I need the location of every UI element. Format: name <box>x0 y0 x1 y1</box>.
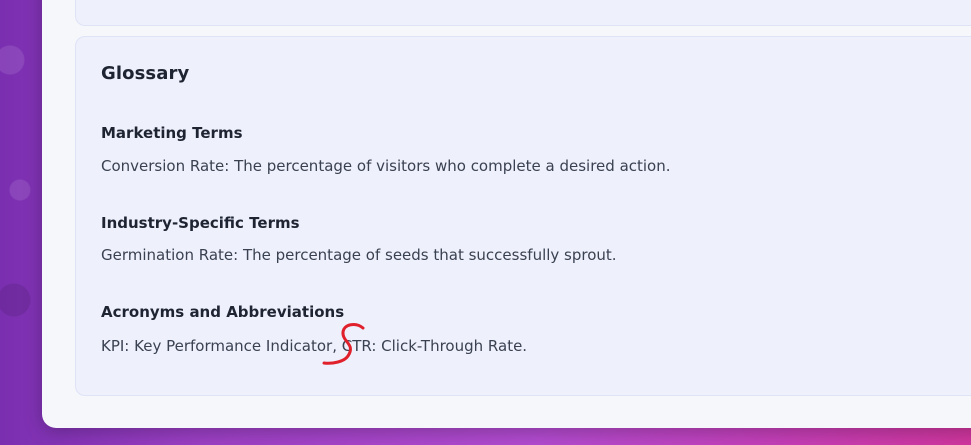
industry-terms-definition: Germination Rate: The percentage of seed… <box>101 246 617 264</box>
acronyms-heading: Acronyms and Abbreviations <box>101 303 345 321</box>
marketing-terms-definition: Conversion Rate: The percentage of visit… <box>101 157 671 175</box>
marketing-terms-heading: Marketing Terms <box>101 124 243 142</box>
previous-section-card <box>75 0 971 26</box>
red-pen-annotation <box>322 323 365 365</box>
glossary-title: Glossary <box>101 63 190 84</box>
industry-terms-heading: Industry-Specific Terms <box>101 214 300 232</box>
acronyms-definition: KPI: Key Performance Indicator, CTR: Cli… <box>101 337 528 355</box>
